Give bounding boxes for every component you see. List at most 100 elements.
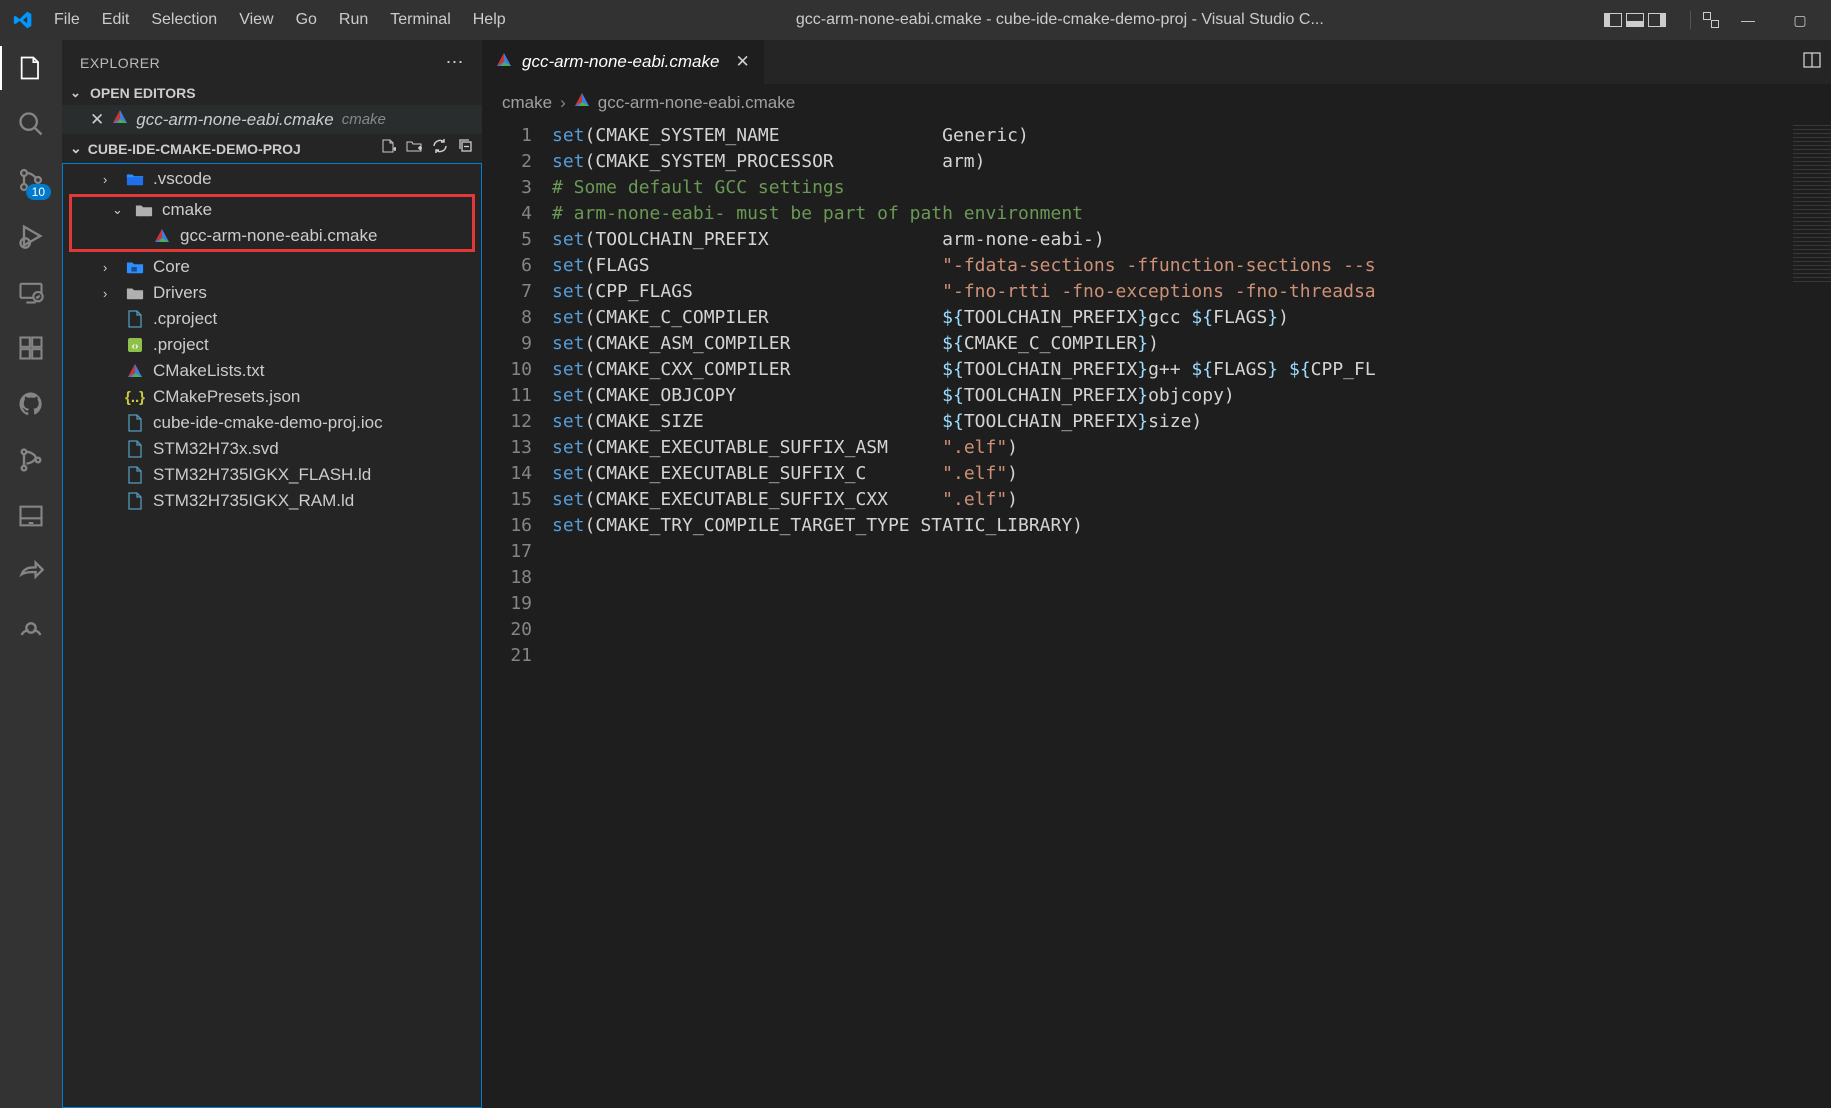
cmake-file-icon <box>112 109 128 130</box>
close-editor-icon[interactable]: ✕ <box>90 110 104 130</box>
new-file-icon[interactable] <box>380 138 396 159</box>
chevron-right-icon: › <box>560 93 566 113</box>
remote-explorer-icon[interactable] <box>15 276 47 308</box>
collapse-all-icon[interactable] <box>458 138 474 159</box>
git-graph-icon[interactable] <box>15 444 47 476</box>
chevron-down-icon: ⌄ <box>70 85 84 101</box>
tree-label: .vscode <box>153 169 212 189</box>
source-control-icon[interactable]: 10 <box>15 164 47 196</box>
tree-file-project[interactable]: ‹› .project <box>63 332 481 358</box>
folder-icon <box>125 169 145 189</box>
tree-label: CMakeLists.txt <box>153 361 264 381</box>
tree-folder-drivers[interactable]: › Drivers <box>63 280 481 306</box>
tree-folder-core[interactable]: › Core <box>63 254 481 280</box>
tree-label: Drivers <box>153 283 207 303</box>
chevron-right-icon: › <box>103 172 117 187</box>
code-editor[interactable]: 123456789101112131415161718192021 set(CM… <box>482 121 1831 1108</box>
menu-view[interactable]: View <box>229 7 283 33</box>
tree-file-flashld[interactable]: STM32H735IGKX_FLASH.ld <box>63 462 481 488</box>
breadcrumb[interactable]: cmake › gcc-arm-none-eabi.cmake <box>482 84 1831 121</box>
editor-tab[interactable]: gcc-arm-none-eabi.cmake ✕ <box>482 40 765 84</box>
breadcrumb-folder[interactable]: cmake <box>502 93 552 113</box>
close-tab-icon[interactable]: ✕ <box>735 52 749 72</box>
menu-selection[interactable]: Selection <box>141 7 227 33</box>
menu-bar: File Edit Selection View Go Run Terminal… <box>44 7 516 33</box>
minimap[interactable] <box>1793 125 1831 285</box>
open-editor-dir: cmake <box>342 111 386 128</box>
output-panel-icon[interactable] <box>15 500 47 532</box>
tree-file-cproject[interactable]: .cproject <box>63 306 481 332</box>
split-editor-icon[interactable] <box>1803 51 1821 74</box>
tab-bar: gcc-arm-none-eabi.cmake ✕ <box>482 40 1831 84</box>
json-file-icon: {..} <box>125 387 145 407</box>
refresh-icon[interactable] <box>432 138 448 159</box>
annotation-highlight: ⌄ cmake gcc-arm-none-eabi.cmake <box>69 194 475 252</box>
folder-icon <box>125 283 145 303</box>
tree-label: cmake <box>162 200 212 220</box>
breadcrumb-file[interactable]: gcc-arm-none-eabi.cmake <box>598 93 795 113</box>
github-icon[interactable] <box>15 388 47 420</box>
tree-label: Core <box>153 257 190 277</box>
menu-terminal[interactable]: Terminal <box>380 7 460 33</box>
open-editors-label: OPEN EDITORS <box>90 85 196 101</box>
tree-label: STM32H73x.svd <box>153 439 279 459</box>
menu-edit[interactable]: Edit <box>92 7 140 33</box>
live-share-icon[interactable] <box>15 612 47 644</box>
tree-folder-cmake[interactable]: ⌄ cmake <box>72 197 472 223</box>
tree-folder-vscode[interactable]: › .vscode <box>63 166 481 192</box>
customize-layout-icon[interactable] <box>1703 12 1719 28</box>
menu-run[interactable]: Run <box>329 7 378 33</box>
tree-label: .cproject <box>153 309 217 329</box>
tree-file-cmake-toolchain[interactable]: gcc-arm-none-eabi.cmake <box>72 223 472 249</box>
toggle-panel-left-icon[interactable] <box>1604 13 1622 27</box>
folder-open-icon <box>134 200 154 220</box>
project-section[interactable]: ⌄ CUBE-IDE-CMAKE-DEMO-PROJ <box>62 134 482 163</box>
tree-label: .project <box>153 335 209 355</box>
tree-file-presets[interactable]: {..} CMakePresets.json <box>63 384 481 410</box>
code-content[interactable]: set(CMAKE_SYSTEM_NAME Generic)set(CMAKE_… <box>552 121 1793 1108</box>
tab-filename: gcc-arm-none-eabi.cmake <box>522 52 719 72</box>
open-editor-filename: gcc-arm-none-eabi.cmake <box>136 110 333 130</box>
chevron-down-icon: ⌄ <box>70 140 82 157</box>
tree-file-ioc[interactable]: cube-ide-cmake-demo-proj.ioc <box>63 410 481 436</box>
explorer-more-icon[interactable]: ⋯ <box>446 52 465 73</box>
cmake-file-icon <box>125 361 145 381</box>
menu-help[interactable]: Help <box>463 7 516 33</box>
file-tree: › .vscode ⌄ cmake gcc-arm-none-eabi.cmak… <box>62 163 482 1108</box>
line-gutter: 123456789101112131415161718192021 <box>482 121 552 1108</box>
file-icon <box>125 439 145 459</box>
titlebar: File Edit Selection View Go Run Terminal… <box>0 0 1831 40</box>
explorer-icon[interactable] <box>15 52 47 84</box>
search-icon[interactable] <box>15 108 47 140</box>
explorer-header: EXPLORER ⋯ <box>62 40 482 81</box>
toggle-panel-right-icon[interactable] <box>1648 13 1666 27</box>
file-icon <box>125 413 145 433</box>
tree-label: gcc-arm-none-eabi.cmake <box>180 226 377 246</box>
cmake-file-icon <box>574 92 590 113</box>
new-folder-icon[interactable] <box>406 138 422 159</box>
tree-file-cmakelists[interactable]: CMakeLists.txt <box>63 358 481 384</box>
open-editors-section[interactable]: ⌄ OPEN EDITORS <box>62 81 482 105</box>
file-icon <box>125 309 145 329</box>
toggle-panel-bottom-icon[interactable] <box>1626 13 1644 27</box>
tree-file-ramld[interactable]: STM32H735IGKX_RAM.ld <box>63 488 481 514</box>
editor-area: gcc-arm-none-eabi.cmake ✕ cmake › gcc-ar… <box>482 40 1831 1108</box>
tree-file-svd[interactable]: STM32H73x.svd <box>63 436 481 462</box>
open-editor-item[interactable]: ✕ gcc-arm-none-eabi.cmake cmake <box>62 105 482 134</box>
tree-label: CMakePresets.json <box>153 387 300 407</box>
minimize-button[interactable]: — <box>1725 0 1771 40</box>
cmake-file-icon <box>496 52 512 73</box>
menu-go[interactable]: Go <box>286 7 327 33</box>
chevron-right-icon: › <box>103 260 117 275</box>
run-debug-icon[interactable] <box>15 220 47 252</box>
cmake-file-icon <box>152 226 172 246</box>
window-controls: — ▢ <box>1604 0 1823 40</box>
svg-text:‹›: ‹› <box>132 341 139 352</box>
extensions-icon[interactable] <box>15 332 47 364</box>
menu-file[interactable]: File <box>44 7 90 33</box>
maximize-button[interactable]: ▢ <box>1777 0 1823 40</box>
chevron-down-icon: ⌄ <box>112 202 126 218</box>
activity-bar: 10 <box>0 40 62 1108</box>
share-icon[interactable] <box>15 556 47 588</box>
file-icon <box>125 491 145 511</box>
